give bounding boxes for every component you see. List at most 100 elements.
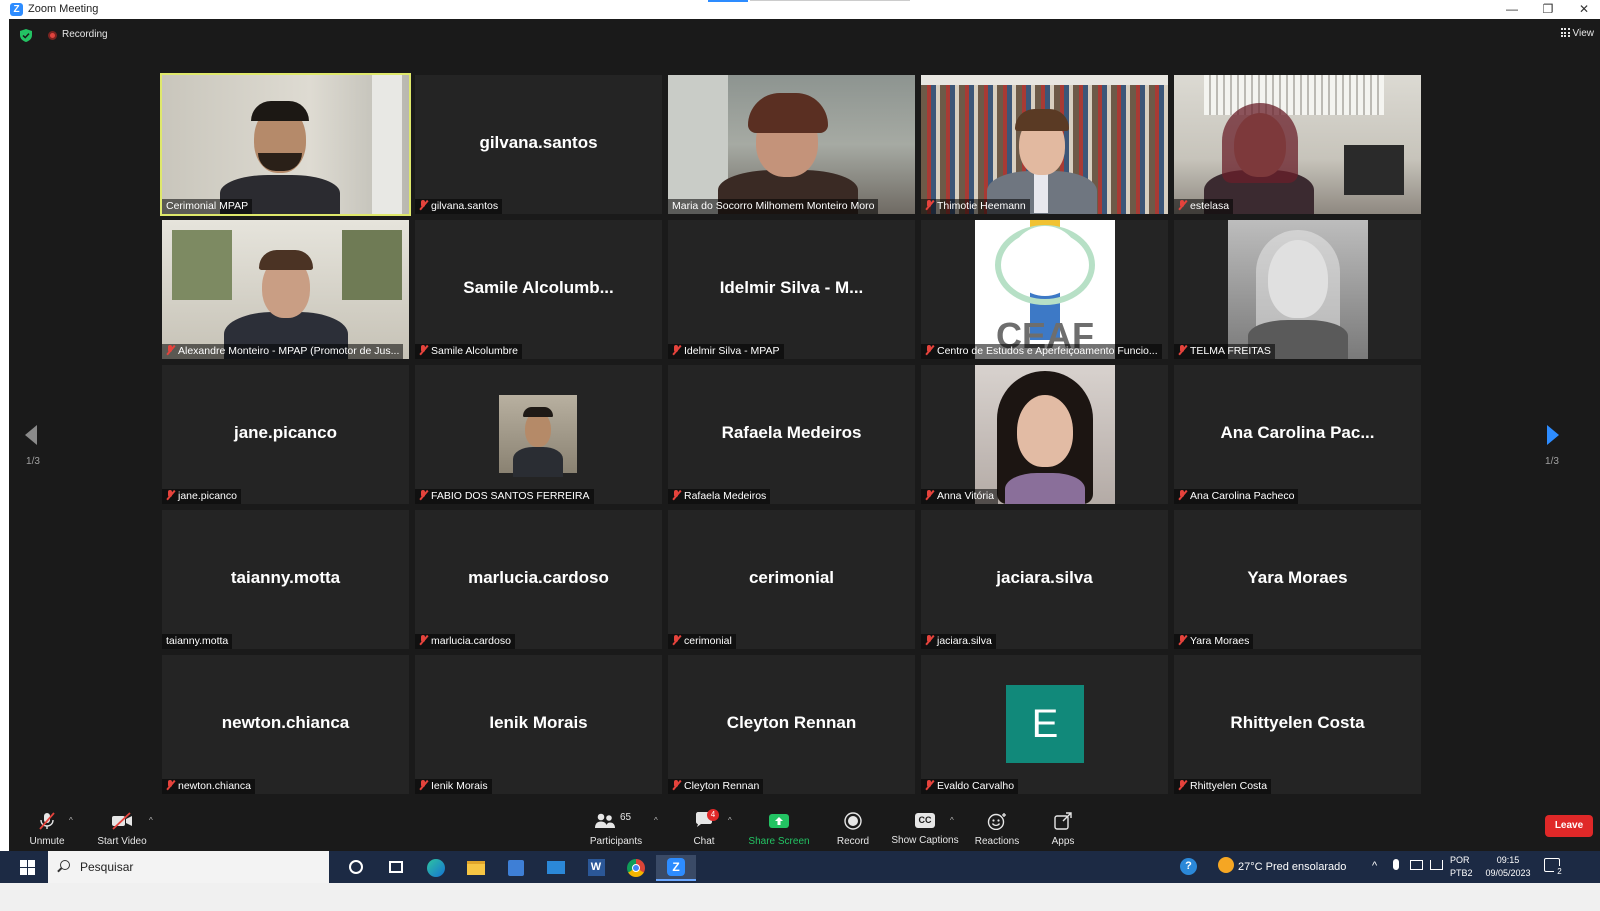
weather-sun-icon [1218,857,1234,873]
weather-widget[interactable]: 27°C Pred ensolarado [1218,857,1346,877]
restore-button[interactable]: ❐ [1530,0,1566,19]
participant-display-name: Ana Carolina Pac... [1220,423,1375,442]
participant-tile[interactable]: newton.chianca newton.chianca [162,655,409,794]
participants-icon [595,813,615,828]
zoom-logo-icon: Z [10,3,23,16]
participants-button[interactable]: 65 Participants [586,806,646,851]
participant-name: Ienik Morais [415,779,492,794]
meeting-area: Recording View 1/3 1/3 Cerimonial MPAP g… [9,19,1600,816]
participant-tile[interactable]: CEAF Centro de Estudos e Aperfeiçoamento… [921,220,1168,359]
mail-icon[interactable] [536,855,576,881]
task-view-icon[interactable] [376,855,416,881]
unmute-button[interactable]: Unmute [25,806,69,851]
shield-icon[interactable] [20,29,32,42]
file-explorer-icon[interactable] [456,855,496,881]
participant-name: FABIO DOS SANTOS FERREIRA [415,489,594,504]
participant-tile[interactable]: Ienik Morais Ienik Morais [415,655,662,794]
language-bottom: PTB2 [1450,868,1473,878]
reactions-button[interactable]: Reactions [971,806,1023,851]
title-tab-divider [750,0,910,1]
chat-button[interactable]: 4 Chat [684,806,724,851]
participant-tile[interactable]: cerimonial cerimonial [668,510,915,649]
participant-tile[interactable]: Thimotie Heemann [921,75,1168,214]
taskbar-search-box[interactable]: Pesquisar [48,851,329,883]
store-icon[interactable] [496,855,536,881]
help-icon[interactable]: ? [1180,858,1200,878]
participants-options-caret[interactable]: ^ [654,816,658,825]
participant-tile[interactable]: gilvana.santos gilvana.santos [415,75,662,214]
close-button[interactable]: ✕ [1566,0,1600,19]
participant-tile[interactable]: FABIO DOS SANTOS FERREIRA [415,365,662,504]
participant-name: Samile Alcolumbre [415,344,522,359]
mic-off-icon [39,812,55,830]
apps-button[interactable]: Apps [1043,806,1083,851]
chat-badge: 4 [707,809,719,821]
participant-tile[interactable]: Cerimonial MPAP [160,73,411,216]
window-title-bar: Z Zoom Meeting — ❐ ✕ [0,0,1600,19]
participant-tile[interactable]: taianny.motta taianny.motta [162,510,409,649]
participant-name: Ana Carolina Pacheco [1174,489,1299,504]
participant-display-name: newton.chianca [221,713,350,732]
captions-icon: CC [915,813,935,828]
participant-tile[interactable]: jaciara.silva jaciara.silva [921,510,1168,649]
show-captions-button[interactable]: CC Show Captions [889,806,961,851]
participant-logo-image: CEAF [975,220,1115,359]
participant-tile[interactable]: Ana Carolina Pac... Ana Carolina Pacheco [1174,365,1421,504]
participant-display-name: Yara Moraes [1247,568,1348,587]
participant-name: gilvana.santos [415,199,503,214]
zoom-taskbar-icon[interactable]: Z [656,855,696,881]
mic-off-icon [925,490,934,500]
mic-off-icon [166,490,175,500]
video-off-icon [112,812,132,830]
windows-start-icon[interactable] [20,860,35,875]
participant-tile[interactable]: marlucia.cardoso marlucia.cardoso [415,510,662,649]
mic-off-icon [672,490,681,500]
participant-tile[interactable]: Idelmir Silva - M... Idelmir Silva - MPA… [668,220,915,359]
start-video-button[interactable]: Start Video [95,806,149,851]
participant-tile[interactable]: jane.picanco jane.picanco [162,365,409,504]
participant-tile[interactable]: estelasa [1174,75,1421,214]
clock[interactable]: 09:15 09/05/2023 [1480,854,1536,886]
video-options-caret[interactable]: ^ [149,816,153,825]
record-label: Record [836,836,870,847]
participant-tile[interactable]: TELMA FREITAS [1174,220,1421,359]
participant-display-name: Rhittyelen Costa [1230,713,1365,732]
participant-tile[interactable]: Yara Moraes Yara Moraes [1174,510,1421,649]
minimize-button[interactable]: — [1494,0,1530,19]
participant-name: Evaldo Carvalho [921,779,1019,794]
participant-tile[interactable]: Anna Vitória [921,365,1168,504]
leave-button[interactable]: Leave [1545,815,1593,837]
participant-tile[interactable]: Alexandre Monteiro - MPAP (Promotor de J… [162,220,409,359]
participant-video [162,220,409,359]
language-indicator[interactable]: POR PTB2 [1450,854,1473,886]
record-dot-icon [48,31,57,40]
edge-browser-icon[interactable] [416,855,456,881]
audio-options-caret[interactable]: ^ [69,816,73,825]
recording-label[interactable]: Recording [62,29,108,40]
participant-tile[interactable]: E Evaldo Carvalho [921,655,1168,794]
chat-options-caret[interactable]: ^ [728,816,732,825]
grid-view-icon [1560,28,1570,37]
participant-name: Maria do Socorro Milhomem Monteiro Moro [668,199,879,214]
participant-tile[interactable]: Rafaela Medeiros Rafaela Medeiros [668,365,915,504]
participant-tile[interactable]: Samile Alcolumb... Samile Alcolumbre [415,220,662,359]
arrow-right-icon[interactable] [1545,423,1561,447]
cortana-icon[interactable] [336,855,376,881]
record-button[interactable]: Record [829,806,877,851]
participant-video [1174,75,1421,214]
arrow-left-icon[interactable] [23,423,39,447]
apps-label: Apps [1051,836,1075,847]
mic-off-icon [1178,200,1187,210]
participant-tile[interactable]: Rhittyelen Costa Rhittyelen Costa [1174,655,1421,794]
mic-off-icon [419,635,428,645]
participant-video [162,75,409,214]
captions-options-caret[interactable]: ^ [950,816,954,825]
screen-bottom-edge [0,883,1600,911]
view-button[interactable]: View [1560,28,1594,39]
word-icon[interactable]: W [576,855,616,881]
participant-tile[interactable]: Cleyton Rennan Cleyton Rennan [668,655,915,794]
chrome-icon[interactable] [616,855,656,881]
share-screen-button[interactable]: Share Screen [746,806,812,851]
participant-grid: Cerimonial MPAP gilvana.santos gilvana.s… [160,73,1428,795]
participant-tile[interactable]: Maria do Socorro Milhomem Monteiro Moro [668,75,915,214]
